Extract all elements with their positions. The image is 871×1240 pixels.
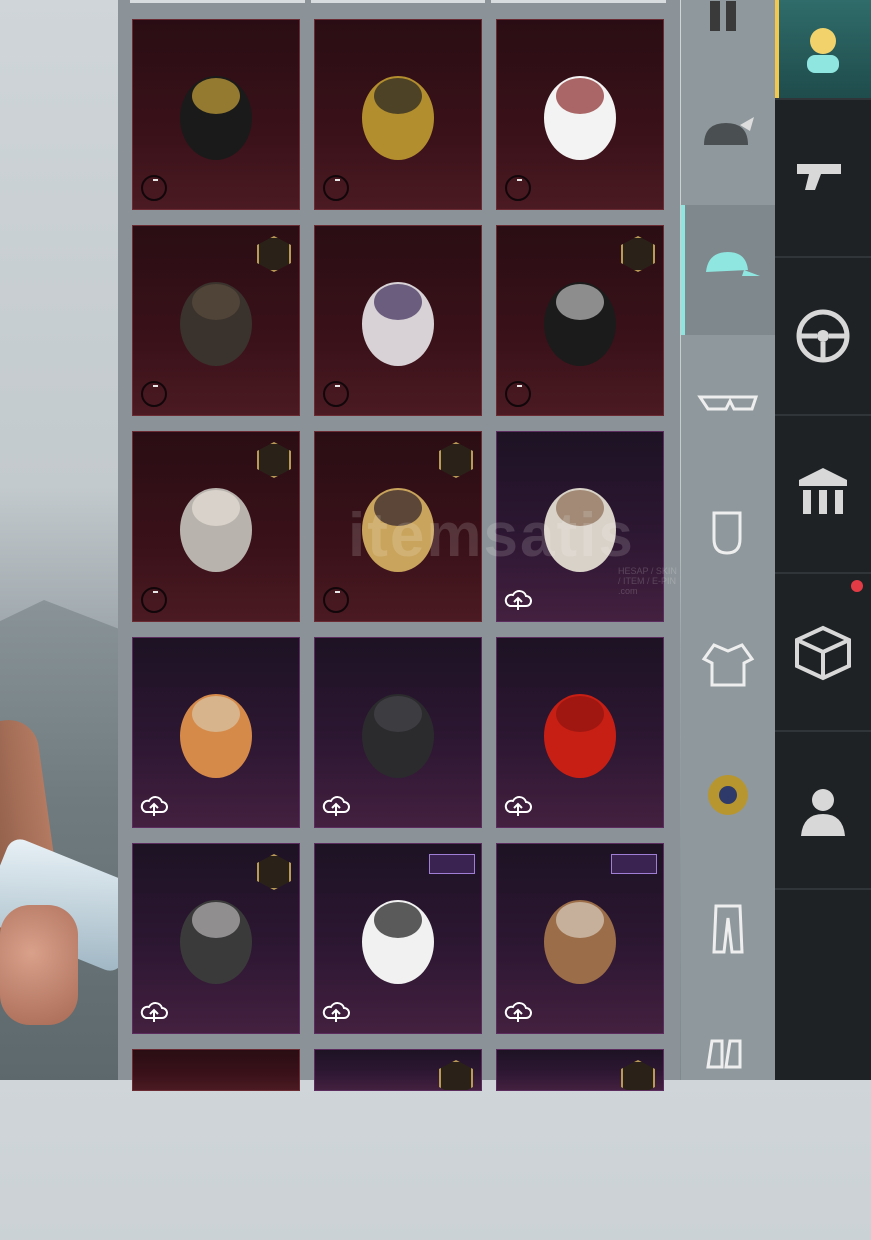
inventory-panel: itemsatis HESAP / SKIN / ITEM / E-PIN .c… xyxy=(118,0,680,1091)
category-helmet[interactable] xyxy=(681,78,775,208)
inventory-item-card[interactable] xyxy=(496,225,664,416)
inventory-item-card[interactable] xyxy=(132,19,300,210)
category-emblem[interactable] xyxy=(681,730,775,860)
white-cowboy-hat-image xyxy=(544,76,616,160)
inventory-item-card[interactable] xyxy=(314,19,482,210)
timer-icon xyxy=(323,175,349,201)
timer-icon xyxy=(323,381,349,407)
inventory-item-card[interactable] xyxy=(132,431,300,622)
inventory-item-card-partial[interactable] xyxy=(314,1049,482,1091)
outfit-icon xyxy=(710,1,736,31)
inventory-item-card[interactable] xyxy=(132,225,300,416)
timer-icon xyxy=(141,587,167,613)
pop-badge xyxy=(611,854,657,874)
inventory-item-card-partial[interactable] xyxy=(132,1049,300,1091)
steering-wheel-icon xyxy=(796,309,850,363)
character-hand xyxy=(0,905,78,1025)
grey-hair-with-ribbon-image xyxy=(180,488,252,572)
nav-agent[interactable] xyxy=(775,732,871,890)
cloud-upload-icon[interactable] xyxy=(503,795,533,819)
background-scene xyxy=(0,0,130,1080)
pharaoh-helmet-black-image xyxy=(180,76,252,160)
flower-beret-hair-image xyxy=(180,900,252,984)
character-icon xyxy=(807,28,839,73)
inventory-item-card[interactable] xyxy=(314,225,482,416)
boots-icon xyxy=(706,1039,742,1069)
glasses-icon xyxy=(697,395,759,411)
inventory-item-card[interactable] xyxy=(314,431,482,622)
inventory-item-card[interactable] xyxy=(132,637,300,828)
timer-icon xyxy=(323,587,349,613)
nav-steering-wheel[interactable] xyxy=(775,258,871,416)
emblem-icon xyxy=(708,775,748,815)
nav-pistol[interactable] xyxy=(775,100,871,258)
shirt-icon xyxy=(701,643,755,687)
level-badge xyxy=(621,1060,655,1090)
category-column xyxy=(681,0,775,1080)
pistol-icon xyxy=(797,164,841,190)
level-badge xyxy=(257,442,291,478)
category-outfit[interactable] xyxy=(681,0,775,90)
bull-mask-image xyxy=(544,900,616,984)
main-nav-column xyxy=(775,0,871,1080)
black-short-hair-image xyxy=(544,282,616,366)
nav-shield[interactable] xyxy=(775,416,871,574)
cloud-upload-icon[interactable] xyxy=(139,1001,169,1025)
wooden-backpack-hat-image xyxy=(180,694,252,778)
nav-character[interactable] xyxy=(775,0,871,100)
mask-icon xyxy=(712,511,742,555)
bearded-warrior-mask-image xyxy=(544,488,616,572)
timer-icon xyxy=(141,381,167,407)
white-hair-with-horns-image xyxy=(362,282,434,366)
pop-badge xyxy=(429,854,475,874)
timer-icon xyxy=(141,175,167,201)
cap-icon xyxy=(706,252,760,276)
cloud-upload-icon[interactable] xyxy=(139,795,169,819)
inventory-grid xyxy=(132,19,664,1240)
dark-long-hair-image xyxy=(180,282,252,366)
nav-crate[interactable] xyxy=(775,574,871,732)
inventory-item-card[interactable] xyxy=(314,843,482,1034)
notification-dot xyxy=(851,580,863,592)
pants-icon xyxy=(712,904,744,954)
blonde-hair-with-hat-image xyxy=(362,488,434,572)
crate-icon xyxy=(795,625,851,681)
agent-icon xyxy=(801,789,845,836)
panda-mask-image xyxy=(362,900,434,984)
black-full-mask-image xyxy=(362,694,434,778)
panel-tabs-strip xyxy=(130,0,667,3)
timer-icon xyxy=(505,175,531,201)
level-badge xyxy=(257,236,291,272)
inventory-item-card[interactable] xyxy=(496,843,664,1034)
inventory-item-card-partial[interactable] xyxy=(496,1049,664,1091)
pharaoh-helmet-gold-image xyxy=(362,76,434,160)
helmet-icon xyxy=(704,117,754,145)
category-mask[interactable] xyxy=(681,470,775,600)
level-badge xyxy=(439,442,473,478)
level-badge xyxy=(439,1060,473,1090)
category-cap[interactable] xyxy=(681,205,775,335)
inventory-item-card[interactable] xyxy=(314,637,482,828)
red-long-hair-image xyxy=(544,694,616,778)
shield-icon xyxy=(799,468,847,514)
inventory-item-card[interactable] xyxy=(132,843,300,1034)
timer-icon xyxy=(505,381,531,407)
category-pants[interactable] xyxy=(681,865,775,995)
cloud-upload-icon[interactable] xyxy=(503,1001,533,1025)
watermark-subtext: HESAP / SKIN / ITEM / E-PIN .com xyxy=(618,566,677,596)
cloud-upload-icon[interactable] xyxy=(321,1001,351,1025)
inventory-item-card[interactable] xyxy=(496,637,664,828)
category-boots[interactable] xyxy=(681,990,775,1120)
cloud-upload-icon[interactable] xyxy=(321,795,351,819)
category-glasses[interactable] xyxy=(681,340,775,470)
level-badge xyxy=(257,854,291,890)
inventory-item-card[interactable] xyxy=(496,19,664,210)
level-badge xyxy=(621,236,655,272)
cloud-upload-icon[interactable] xyxy=(503,589,533,613)
category-shirt[interactable] xyxy=(681,600,775,730)
